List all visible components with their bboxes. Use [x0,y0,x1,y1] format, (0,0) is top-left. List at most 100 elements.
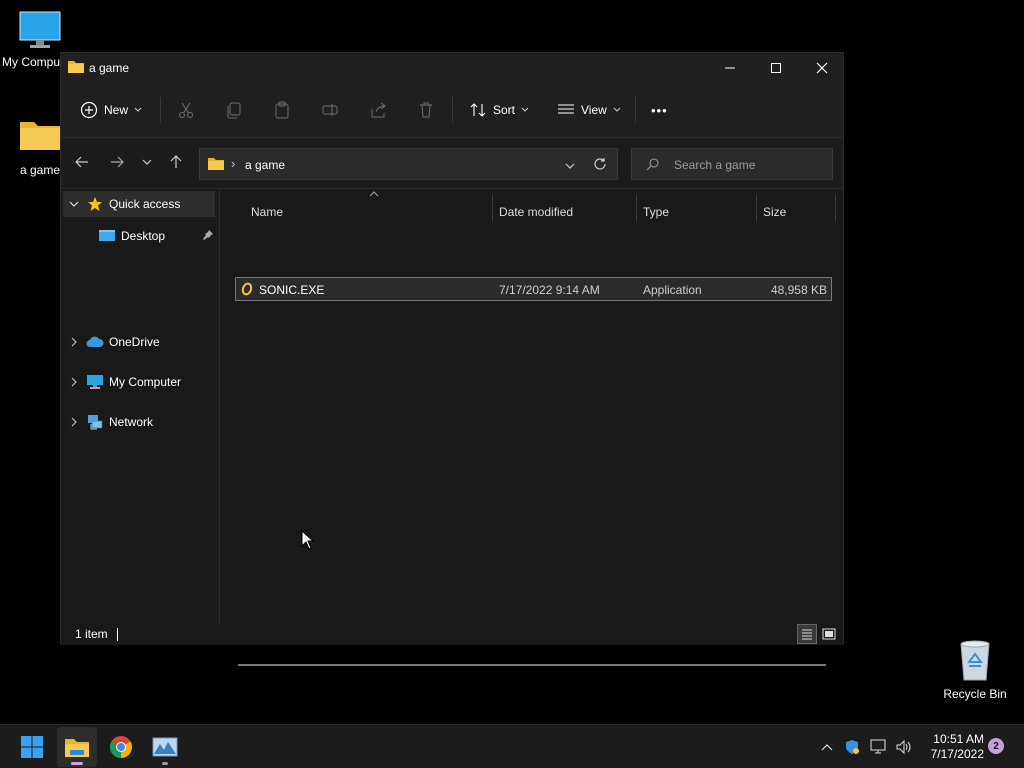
rename-button[interactable] [321,95,339,125]
chevron-down-icon [565,163,575,169]
forward-button[interactable] [105,150,129,174]
chevron-right-icon[interactable] [63,377,85,387]
chevron-up-icon [821,744,833,751]
address-bar[interactable]: › a game [199,148,618,180]
cut-button[interactable] [177,95,195,125]
large-icons-view-button[interactable] [819,624,839,644]
column-divider[interactable] [492,195,493,221]
chevron-right-icon[interactable] [63,337,85,347]
taskbar-photo-app[interactable] [145,727,185,767]
search-input[interactable] [672,157,826,173]
chevron-down-icon[interactable] [63,201,85,207]
view-button[interactable]: View [557,95,621,125]
close-icon [816,62,828,74]
file-size: 48,958 KB [770,283,827,297]
column-header-size[interactable]: Size [763,199,786,225]
delete-icon [420,102,432,118]
tiles-view-icon [822,628,836,640]
file-type: Application [643,283,702,297]
column-header-date-modified[interactable]: Date modified [499,199,573,225]
file-row[interactable]: SONIC.EXE 7/17/2022 9:14 AM Application … [235,277,832,301]
column-divider[interactable] [636,195,637,221]
date-text: 7/17/2022 [930,747,984,761]
toolbar-separator [452,97,453,123]
back-arrow-icon [75,156,88,168]
computer-icon [19,11,61,48]
nav-item-label: Network [109,415,154,429]
copy-button[interactable] [225,95,243,125]
nav-item-network[interactable]: Network [63,409,215,435]
details-view-icon [802,629,812,640]
taskbar-file-explorer[interactable] [57,727,97,767]
status-bar: 1 item [61,624,843,645]
computer-icon [85,375,105,389]
item-count: 1 item [75,627,108,641]
cut-icon [179,102,193,118]
window-title: a game [89,61,130,75]
clock[interactable]: 10:51 AM 7/17/2022 [918,732,984,762]
file-list-pane: Name Date modified Type Size SONIC.EXE 7… [221,189,843,666]
delete-button[interactable] [417,95,435,125]
up-arrow-icon [170,155,182,168]
running-app-indicator [162,762,168,765]
more-options-icon: ••• [651,102,668,118]
tray-network[interactable] [869,737,889,757]
details-view-button[interactable] [797,624,817,644]
file-date-modified: 7/17/2022 9:14 AM [499,283,600,297]
file-name: SONIC.EXE [259,283,325,297]
sort-button[interactable]: Sort [469,95,529,125]
column-divider[interactable] [835,195,836,221]
taskbar-chrome[interactable] [101,727,141,767]
new-button[interactable]: New [80,95,142,125]
desktop-icon-recycle-bin[interactable]: Recycle Bin [935,638,1015,701]
column-header-type[interactable]: Type [643,199,669,225]
breadcrumb-separator: › [231,156,236,171]
paste-button[interactable] [273,95,291,125]
nav-item-my-computer[interactable]: My Computer [63,369,215,395]
title-bar[interactable]: a game [61,53,843,83]
file-explorer-window: a game New Sort View ••• › a game Search… [60,52,844,666]
minimize-button[interactable] [707,53,753,83]
address-history-dropdown[interactable] [565,158,575,172]
close-button[interactable] [799,53,845,83]
view-list-icon [558,104,574,114]
view-label: View [581,103,607,117]
navigation-pane: Quick access Desktop [61,189,220,625]
forward-arrow-icon [111,156,124,168]
tray-security[interactable] [842,737,862,757]
share-button[interactable] [369,95,387,125]
plus-circle-icon [80,101,98,119]
volume-icon [896,739,911,755]
desktop-icon [97,229,117,243]
folder-icon [208,156,224,173]
rename-icon [322,104,338,116]
show-hidden-icons-button[interactable] [817,737,837,757]
nav-item-onedrive[interactable]: OneDrive [63,329,215,355]
maximize-button[interactable] [753,53,799,83]
horizontal-scrollbar[interactable] [238,664,826,666]
chevron-right-icon[interactable] [63,417,85,427]
recent-locations-button[interactable] [135,150,159,174]
back-button[interactable] [70,150,94,174]
refresh-button[interactable] [593,157,607,174]
network-icon [85,414,105,430]
column-divider[interactable] [756,195,757,221]
breadcrumb[interactable]: a game [245,158,285,172]
notification-badge[interactable]: 2 [988,738,1004,754]
nav-item-quick-access[interactable]: Quick access [63,191,215,217]
refresh-icon [594,158,606,170]
start-button[interactable] [12,727,52,767]
column-header-name[interactable]: Name [251,199,283,225]
folder-icon [20,122,60,150]
up-button[interactable] [164,150,188,174]
nav-item-label: Quick access [109,197,181,211]
tray-volume[interactable] [894,737,914,757]
more-options-button[interactable]: ••• [651,95,668,125]
nav-item-desktop[interactable]: Desktop [63,223,215,249]
nav-item-label: Desktop [121,229,166,243]
taskbar: 10:51 AM 7/17/2022 [0,724,1024,768]
chevron-down-icon [521,107,529,112]
search-box[interactable] [631,148,833,180]
nav-item-label: OneDrive [109,335,160,349]
maximize-icon [771,63,781,73]
